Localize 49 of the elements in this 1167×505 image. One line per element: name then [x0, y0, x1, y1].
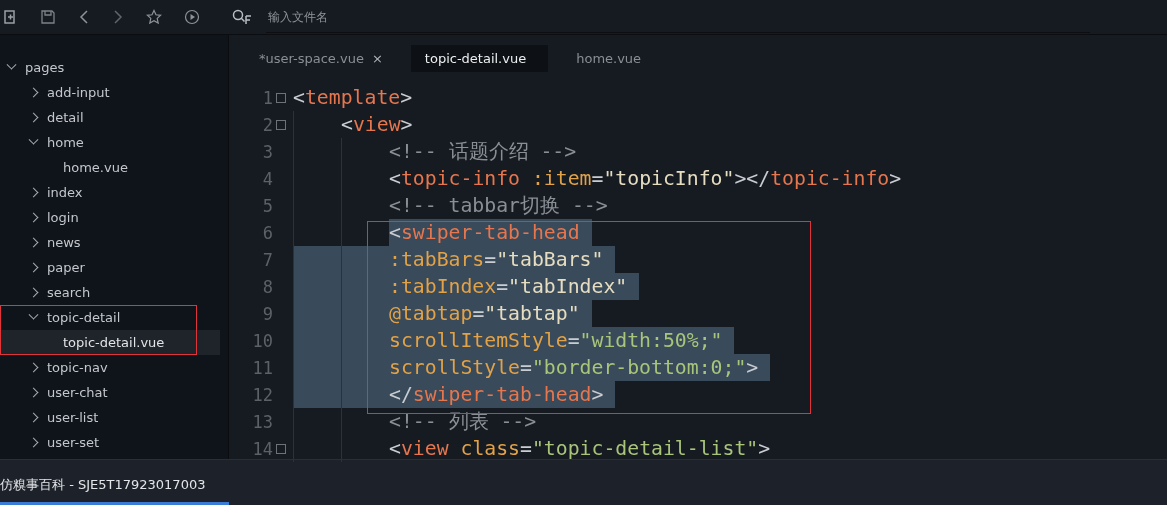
- editor-tab[interactable]: *user-space.vue ×: [249, 45, 393, 72]
- back-icon[interactable]: [78, 9, 90, 25]
- line-number: 2: [229, 114, 287, 135]
- line-number: 1: [229, 87, 287, 108]
- tree-item[interactable]: add-input: [0, 80, 228, 105]
- tree-item[interactable]: pages: [0, 55, 228, 80]
- code-line: <template>: [293, 85, 414, 111]
- line-number: 4: [261, 168, 273, 189]
- forward-icon[interactable]: [112, 9, 124, 25]
- tree-item[interactable]: user-set: [0, 430, 228, 455]
- line-number: 12: [251, 384, 273, 405]
- line-number: 10: [251, 330, 273, 351]
- line-number: 6: [261, 222, 273, 243]
- tree-item[interactable]: topic-detail: [0, 305, 197, 330]
- line-number: 11: [251, 357, 273, 378]
- line-number: 13: [251, 411, 273, 432]
- code-line: <!-- tabbar切换 -->: [389, 193, 609, 219]
- tree-item[interactable]: index: [0, 180, 228, 205]
- line-number: 8: [261, 276, 273, 297]
- tree-item[interactable]: detail: [0, 105, 228, 130]
- line-number: 5: [261, 195, 273, 216]
- line-number: 3: [261, 141, 273, 162]
- code-line: <view>: [341, 112, 414, 138]
- tree-item[interactable]: news: [0, 230, 228, 255]
- tree-item[interactable]: topic-nav: [0, 355, 228, 380]
- search-field[interactable]: 输入文件名: [266, 1, 1090, 33]
- tree-item[interactable]: user-chat: [0, 380, 228, 405]
- tree-item[interactable]: paper: [0, 255, 228, 280]
- line-number: 7: [261, 249, 273, 270]
- star-icon[interactable]: [146, 9, 162, 25]
- editor-tab[interactable]: home.vue: [566, 45, 652, 72]
- code-line: <view class="topic-detail-list">: [389, 436, 772, 462]
- new-file-icon[interactable]: [4, 9, 18, 25]
- tree-item[interactable]: home: [0, 130, 228, 155]
- play-icon[interactable]: [184, 9, 200, 25]
- tree-item[interactable]: home.vue: [0, 155, 220, 180]
- editor-tab[interactable]: topic-detail.vue: [410, 45, 549, 72]
- line-number: 9: [261, 303, 273, 324]
- tree-item[interactable]: login: [0, 205, 228, 230]
- tree-item[interactable]: user-list: [0, 405, 228, 430]
- tree-item[interactable]: search: [0, 280, 228, 305]
- close-icon[interactable]: ×: [371, 51, 383, 66]
- tree-item[interactable]: topic-detail.vue: [0, 330, 220, 355]
- search-icon: [232, 9, 252, 25]
- code-line: <!-- 话题介绍 -->: [389, 139, 578, 165]
- save-icon[interactable]: [40, 9, 56, 25]
- taskbar-window-title[interactable]: 仿糗事百科 - SJE5T17923017003: [0, 476, 230, 505]
- code-line: <topic-info :item="topicInfo"></topic-info>: [389, 166, 903, 192]
- line-number: 14: [229, 438, 287, 459]
